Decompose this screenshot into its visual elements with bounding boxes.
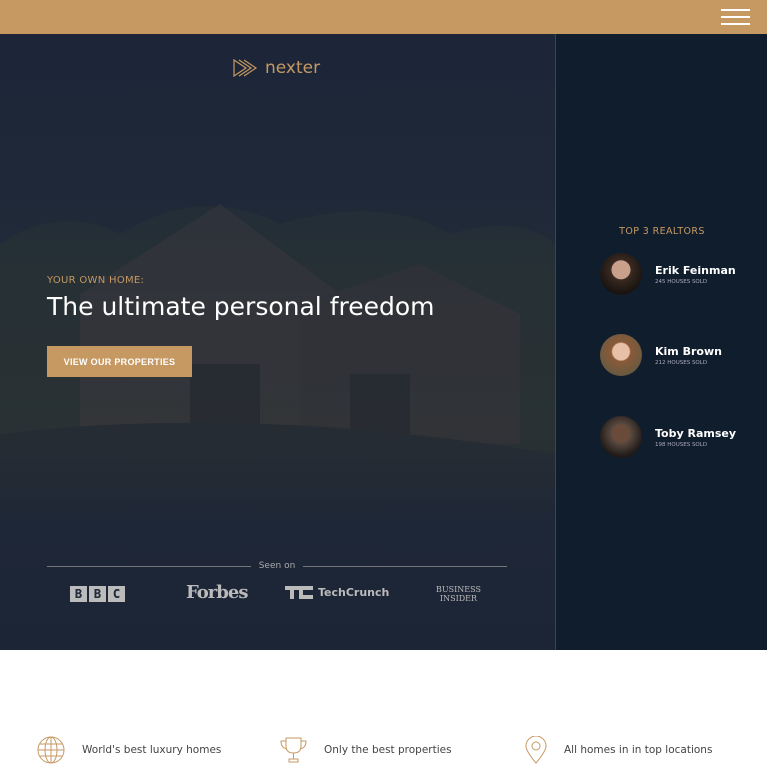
techcrunch-logo: TechCrunch (285, 586, 389, 599)
bbc-logo: B B C BBC (70, 586, 125, 602)
realtor-name: Kim Brown (655, 344, 722, 358)
hero-kicker: YOUR OWN HOME: (47, 275, 145, 286)
bbc-logo-text: BBC (74, 587, 132, 601)
map-pin-icon (525, 736, 547, 764)
feature-text: Only the best properties (324, 744, 452, 756)
feature-item: Only the best properties (280, 736, 452, 764)
brand-logo[interactable]: nexter (233, 58, 320, 78)
realtor-sold: 212 HOUSES SOLD (655, 359, 708, 366)
hero-section: nexter YOUR OWN HOME: The ultimate perso… (0, 34, 555, 650)
realtors-sidebar: TOP 3 REALTORS Erik Feinman 245 HOUSES S… (555, 34, 767, 650)
globe-icon (37, 736, 65, 764)
realtors-title: TOP 3 REALTORS (619, 226, 705, 237)
feature-item: World's best luxury homes (37, 736, 221, 764)
avatar (600, 416, 642, 458)
business-insider-logo: BUSINESS INSIDER (436, 585, 481, 603)
hero-title: The ultimate personal freedom (47, 292, 435, 321)
triple-play-logo-icon (233, 59, 258, 77)
realtor-sold: 245 HOUSES SOLD (655, 278, 708, 285)
realtor-sold: 198 HOUSES SOLD (655, 441, 708, 448)
top-bar (0, 0, 767, 34)
seen-on-label: Seen on (258, 561, 296, 571)
realtor-item[interactable]: Kim Brown 212 HOUSES SOLD (600, 334, 722, 376)
forbes-logo: Forbes (186, 582, 248, 603)
feature-text: All homes in in top locations (564, 744, 713, 756)
brand-name: nexter (265, 58, 321, 78)
realtor-name: Toby Ramsey (655, 426, 737, 440)
press-logos: B B C BBC Forbes TechCrunch BUSINESS INSI… (47, 582, 507, 608)
house-background-image (0, 204, 555, 484)
feature-item: All homes in in top locations (525, 736, 712, 764)
trophy-icon (280, 737, 307, 763)
realtor-item[interactable]: Erik Feinman 245 HOUSES SOLD (600, 253, 736, 295)
avatar (600, 334, 642, 376)
feature-text: World's best luxury homes (82, 744, 222, 756)
view-properties-button[interactable]: VIEW OUR PROPERTIES (47, 346, 192, 377)
realtor-name: Erik Feinman (655, 263, 736, 277)
hamburger-menu-button[interactable] (721, 7, 750, 27)
realtor-item[interactable]: Toby Ramsey 198 HOUSES SOLD (600, 416, 736, 458)
seen-on-divider: Seen on (47, 561, 507, 571)
avatar (600, 253, 642, 295)
